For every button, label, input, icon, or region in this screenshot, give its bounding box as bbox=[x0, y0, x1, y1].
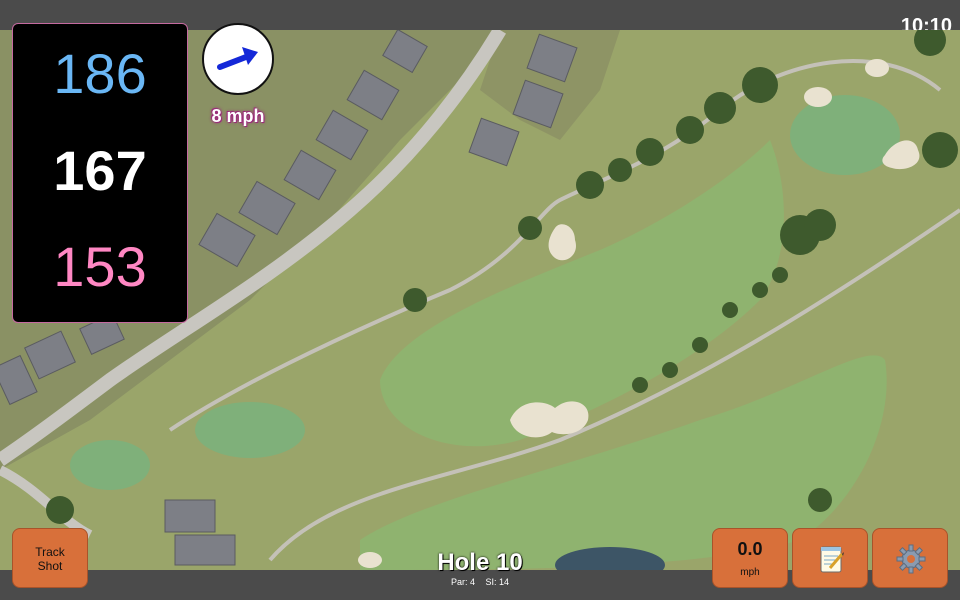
track-shot-label-line2: Shot bbox=[37, 559, 63, 573]
back-distance: 186 bbox=[53, 42, 147, 105]
hole-info: Par: 4 SI: 14 bbox=[380, 577, 580, 587]
hole-par: Par: 4 bbox=[450, 577, 475, 587]
notes-button[interactable] bbox=[792, 528, 868, 588]
green-3 bbox=[70, 440, 150, 490]
gear-icon bbox=[896, 544, 926, 574]
notepad-icon bbox=[816, 544, 846, 574]
wind-indicator bbox=[202, 23, 274, 95]
speed-button[interactable]: 0.0 mph bbox=[712, 528, 788, 588]
track-shot-button[interactable]: Track Shot bbox=[12, 528, 88, 588]
middle-distance: 167 bbox=[53, 139, 147, 202]
front-distance: 153 bbox=[53, 235, 147, 298]
settings-button[interactable] bbox=[872, 528, 948, 588]
green-2 bbox=[195, 402, 305, 458]
distance-panel: 186 167 153 bbox=[12, 23, 188, 323]
speed-unit: mph bbox=[740, 567, 760, 578]
hole-title: Hole 10 bbox=[437, 549, 523, 576]
hole-stroke-index: SI: 14 bbox=[485, 577, 510, 587]
speed-value: 0.0 bbox=[737, 539, 763, 559]
track-shot-label-line1: Track bbox=[35, 545, 65, 559]
wind-arrow-icon bbox=[217, 47, 258, 70]
wind-speed: 8 mph bbox=[211, 106, 265, 126]
